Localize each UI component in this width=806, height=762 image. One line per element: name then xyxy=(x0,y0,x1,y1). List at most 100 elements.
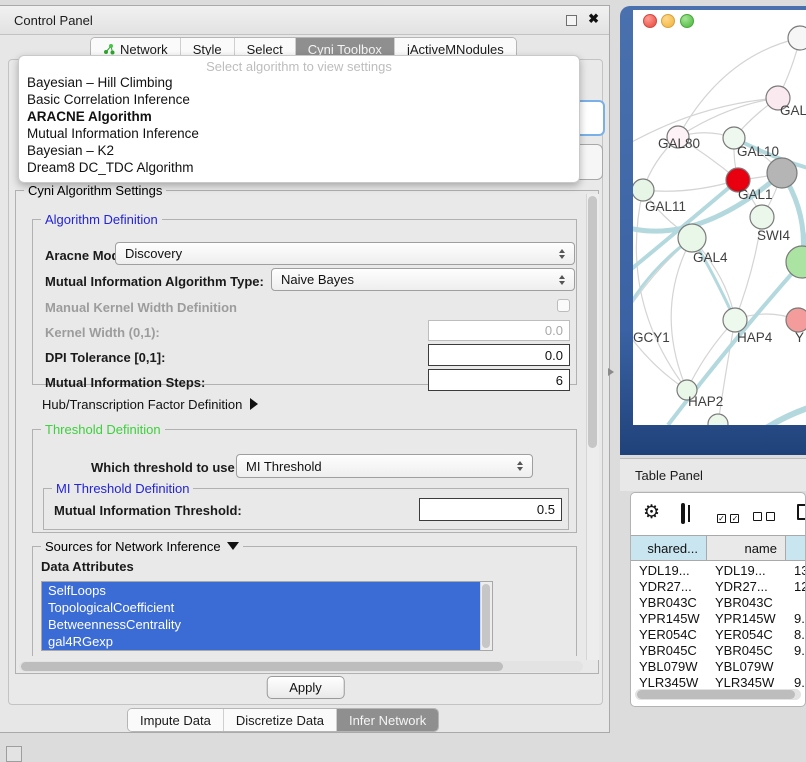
table-cell[interactable]: 8. xyxy=(786,627,805,643)
table-cell[interactable]: YDL19... xyxy=(707,563,786,579)
collapsed-arrow-icon xyxy=(250,398,258,410)
teal-edge[interactable] xyxy=(633,238,692,322)
table-cell[interactable]: YER054C xyxy=(707,627,786,643)
minimized-panel-icon[interactable] xyxy=(6,746,22,762)
network-node[interactable] xyxy=(678,224,706,252)
dropdown-option[interactable]: Dream8 DC_TDC Algorithm xyxy=(19,159,579,176)
select-all-checks-icon[interactable]: ✓ ✓ xyxy=(717,508,739,526)
mi-threshold-title: MI Threshold Definition xyxy=(52,481,193,496)
column-header[interactable]: shared... xyxy=(631,535,707,561)
which-threshold-combo[interactable]: MI Threshold xyxy=(236,454,533,478)
gear-icon[interactable]: ⚙ xyxy=(643,501,660,524)
mi-type-combo[interactable]: Naive Bayes xyxy=(271,268,575,291)
dropdown-option[interactable]: Bayesian – K2 xyxy=(19,142,579,159)
table-cell[interactable]: 9. xyxy=(786,611,805,627)
float-window-icon[interactable] xyxy=(566,15,577,26)
network-node[interactable] xyxy=(786,308,806,332)
table-cell[interactable]: 9. xyxy=(786,643,805,659)
attribute-list-item[interactable]: TopologicalCoefficient xyxy=(42,599,492,616)
export-table-icon[interactable] xyxy=(797,504,806,520)
deselect-all-checks-icon[interactable] xyxy=(753,508,775,526)
tab-discretize-data[interactable]: Discretize Data xyxy=(224,709,337,731)
table-cell[interactable]: YBR045C xyxy=(707,643,786,659)
gray-edge[interactable] xyxy=(633,98,778,150)
table-panel-title: Table Panel xyxy=(635,468,703,483)
mi-steps-field[interactable]: 6 xyxy=(428,369,570,391)
gray-edge[interactable] xyxy=(687,320,735,390)
hub-definition-toggle[interactable]: Hub/Transcription Factor Definition xyxy=(42,397,258,412)
gray-edge[interactable] xyxy=(633,238,692,322)
network-node[interactable] xyxy=(786,246,806,278)
settings-hscrollbar[interactable] xyxy=(19,661,583,672)
table-panel-window: ⚙ ✓ ✓ shared...name YDL19...YDL19...13YD… xyxy=(630,492,806,707)
aracne-mode-combo[interactable]: Discovery xyxy=(115,242,575,265)
network-node[interactable] xyxy=(708,414,728,425)
network-node[interactable] xyxy=(788,26,806,50)
table-cell[interactable]: YBL079W xyxy=(707,659,786,675)
manual-kernel-checkbox[interactable] xyxy=(557,299,570,312)
table-body: YDL19...YDL19...13YDR27...YDR27...12YBR0… xyxy=(631,561,805,689)
table-cell[interactable]: YBR043C xyxy=(707,595,786,611)
table-hscrollbar[interactable] xyxy=(635,689,801,700)
table-cell[interactable]: YER054C xyxy=(631,627,707,643)
table-cell[interactable] xyxy=(786,595,805,611)
gray-edge[interactable] xyxy=(636,190,687,390)
network-view-window: GALGAL80GAL10GAL1GAL11SWI4GAL4GCY1HAP4YH… xyxy=(620,6,806,455)
attribute-list-item[interactable]: SelfLoops xyxy=(42,582,492,599)
table-cell[interactable]: YLR345W xyxy=(707,675,786,689)
table-cell[interactable]: YPR145W xyxy=(631,611,707,627)
sources-title[interactable]: Sources for Network Inference xyxy=(41,539,243,554)
settings-vscrollbar[interactable] xyxy=(586,194,599,660)
network-node[interactable] xyxy=(633,179,654,201)
node-label: GCY1 xyxy=(633,330,670,345)
data-attributes-list[interactable]: SelfLoopsTopologicalCoefficientBetweenne… xyxy=(41,581,493,651)
kernel-width-field[interactable]: 0.0 xyxy=(428,320,570,341)
mi-threshold-label: Mutual Information Threshold: xyxy=(54,503,242,518)
table-cell[interactable]: YBR043C xyxy=(631,595,707,611)
control-panel-window: Control Panel ✖ NetworkStyleSelectCyni T… xyxy=(0,5,610,733)
dpi-tolerance-field[interactable]: 0.0 xyxy=(428,344,570,366)
table-cell[interactable] xyxy=(786,659,805,675)
algorithm-dropdown[interactable]: Select algorithm to view settings Bayesi… xyxy=(18,55,580,183)
table-cell[interactable]: YDR27... xyxy=(631,579,707,595)
apply-button[interactable]: Apply xyxy=(266,676,345,699)
dropdown-option[interactable]: ARACNE Algorithm xyxy=(19,108,579,125)
tab-infer-network[interactable]: Infer Network xyxy=(337,709,438,731)
table-panel-header: Table Panel xyxy=(620,458,806,491)
node-label: HAP4 xyxy=(737,330,773,345)
table-cell[interactable]: YPR145W xyxy=(707,611,786,627)
mi-steps-label: Mutual Information Steps: xyxy=(45,375,205,390)
combo-arrows-icon xyxy=(559,249,566,259)
network-node[interactable] xyxy=(750,205,774,229)
table-cell[interactable]: YBR045C xyxy=(631,643,707,659)
table-cell[interactable]: YDL19... xyxy=(631,563,707,579)
teal-edge[interactable] xyxy=(751,408,806,425)
table-cell[interactable]: YDR27... xyxy=(707,579,786,595)
table-cell[interactable]: 12 xyxy=(786,579,805,595)
close-icon[interactable]: ✖ xyxy=(588,11,599,27)
network-node[interactable] xyxy=(767,158,797,188)
mi-threshold-field[interactable]: 0.5 xyxy=(419,498,562,521)
table-cell[interactable]: YLR345W xyxy=(631,675,707,689)
algorithm-definition-title: Algorithm Definition xyxy=(41,212,162,227)
network-graph[interactable]: GALGAL80GAL10GAL1GAL11SWI4GAL4GCY1HAP4YH… xyxy=(633,10,806,425)
attribute-list-item[interactable]: gal4RGexp xyxy=(42,633,492,650)
dropdown-option[interactable]: Basic Correlation Inference xyxy=(19,91,579,108)
list-vscrollbar[interactable] xyxy=(480,582,492,650)
dropdown-option[interactable]: Mutual Information Inference xyxy=(19,125,579,142)
dropdown-option[interactable]: Bayesian – Hill Climbing xyxy=(19,74,579,91)
combo-arrows-icon xyxy=(559,275,566,285)
column-header[interactable]: name xyxy=(707,535,786,561)
column-header[interactable] xyxy=(786,535,806,561)
table-cell[interactable]: 13 xyxy=(786,563,805,579)
gray-edge[interactable] xyxy=(671,238,692,390)
network-canvas[interactable]: GALGAL80GAL10GAL1GAL11SWI4GAL4GCY1HAP4YH… xyxy=(633,10,806,425)
network-node[interactable] xyxy=(723,308,747,332)
tab-impute-data[interactable]: Impute Data xyxy=(128,709,224,731)
mi-type-label: Mutual Information Algorithm Type: xyxy=(45,274,264,289)
attribute-list-item[interactable]: BetweennessCentrality xyxy=(42,616,492,633)
table-cell[interactable]: YBL079W xyxy=(631,659,707,675)
table-cell[interactable]: 9. xyxy=(786,675,805,689)
columns-icon[interactable] xyxy=(681,503,685,524)
splitpane-arrow-icon[interactable] xyxy=(608,368,614,376)
